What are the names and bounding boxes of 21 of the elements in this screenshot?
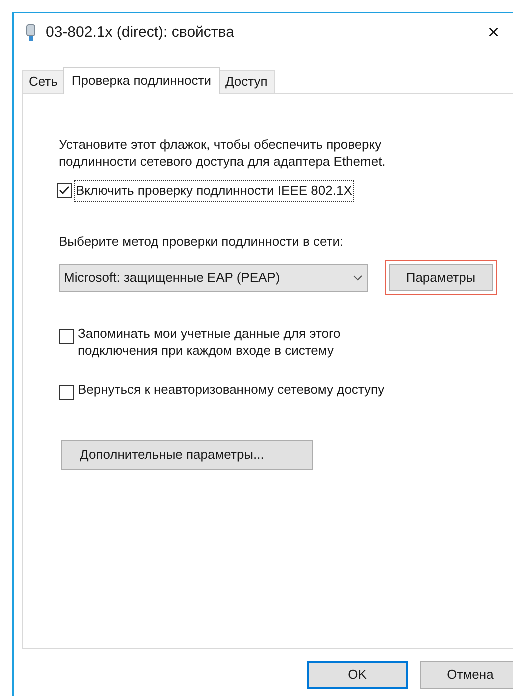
dialog-button[interactable]: Отмена [420,661,513,689]
tab[interactable]: Доступ [218,70,275,93]
settings-button[interactable]: Параметры [389,264,493,291]
description-text: Установите этот флажок, чтобы обеспечить проверку подлинности сетевого доступа для адаптера Ethemet. [59,136,387,170]
checkmark-icon [59,186,70,196]
checkbox[interactable] [57,183,72,198]
window-title: 03-802.1x (direct): свойства [46,22,236,43]
tab[interactable]: Проверка подлинности [62,67,220,94]
tab[interactable]: Сеть [22,70,65,93]
checkbox-label[interactable]: Включить проверку подлинности IEEE 802.1X [74,180,354,202]
checkbox[interactable] [59,385,74,400]
chevron-down-icon [353,274,363,280]
plug-icon [26,24,36,42]
checkbox[interactable] [59,329,74,344]
checkbox-label[interactable]: Вернуться к неавторизованному сетевому доступу [78,381,398,398]
method-dropdown[interactable]: Microsoft: защищенные EAP (PEAP) [59,264,368,292]
close-button[interactable]: × [488,23,513,43]
dialog-button[interactable]: OK [307,661,408,689]
advanced-settings-button[interactable]: Дополнительные параметры... [61,440,313,470]
method-label: Выберите метод проверки подлинности в сети: [59,232,344,251]
checkbox-label[interactable]: Запоминать мои учетные данные для этого подключения при каждом входе в систему [78,325,398,359]
